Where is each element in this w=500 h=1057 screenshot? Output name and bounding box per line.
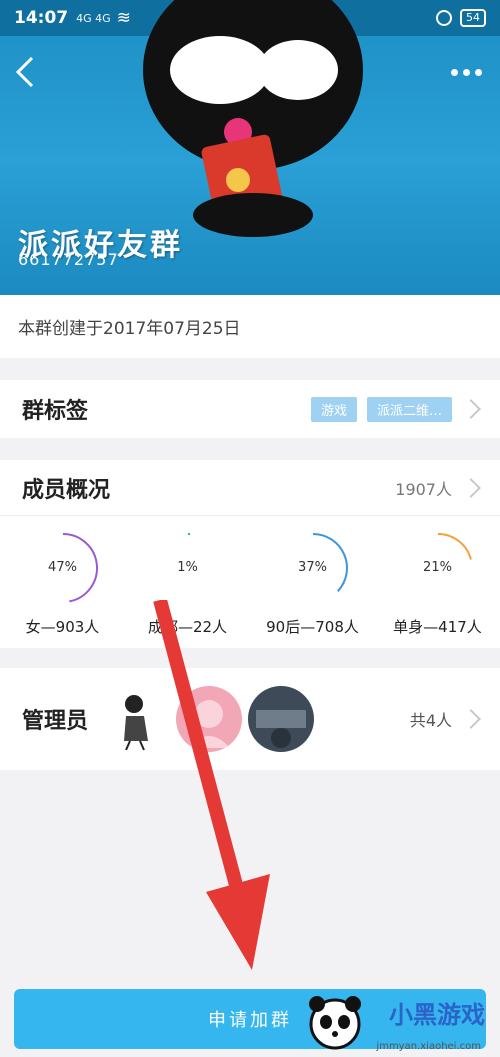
group-tags-row[interactable]: 群标签 游戏 派派二维…	[0, 380, 500, 438]
stat-percent: 47%	[48, 560, 77, 575]
stat-item: 47% 女—903人	[0, 516, 125, 648]
stat-percent: 21%	[423, 560, 452, 575]
admins-label: 管理员	[22, 709, 89, 734]
group-cover-image	[143, 0, 363, 237]
back-icon[interactable]	[8, 52, 48, 92]
stat-arc	[437, 533, 472, 560]
red-arrow-annotation	[153, 600, 270, 970]
chevron-right-icon	[461, 399, 481, 419]
panda-logo-icon	[309, 996, 361, 1050]
group-id: 661772757	[18, 250, 119, 269]
creation-info: 本群创建于2017年07月25日	[0, 295, 500, 358]
tag-chip: 游戏	[310, 396, 357, 422]
signal-indicator: 4G 4G	[76, 11, 111, 25]
members-label: 成员概况	[22, 477, 111, 503]
tags-label: 群标签	[22, 399, 89, 424]
chevron-right-icon	[461, 709, 481, 729]
stat-percent: 37%	[298, 560, 327, 575]
stat-label: 单身—417人	[393, 618, 482, 636]
group-header: 14:07 4G 4G ≋ 54 派派好友群 661772757	[0, 0, 500, 295]
more-options-icon[interactable]	[446, 60, 486, 84]
stat-item: 21% 单身—417人	[375, 516, 500, 648]
logo-url: jmmyan.xiaohei.com	[376, 1041, 481, 1052]
stat-label: 女—903人	[25, 618, 100, 636]
chevron-right-icon	[461, 477, 481, 498]
member-count: 1907人	[395, 479, 452, 499]
admin-count: 共4人	[409, 711, 452, 730]
tag-chip: 派派二维…	[366, 396, 452, 422]
lock-icon	[436, 10, 452, 26]
status-time: 14:07	[14, 8, 69, 28]
site-logo: 小黑游戏 jmmyan.xiaohei.com	[305, 990, 495, 1056]
battery-icon: 54	[460, 9, 486, 27]
members-overview-row[interactable]: 成员概况 1907人	[0, 460, 500, 516]
creation-date-text: 本群创建于2017年07月25日	[18, 319, 241, 339]
stat-percent: 1%	[177, 560, 198, 575]
wifi-icon: ≋	[116, 8, 131, 28]
logo-text: 小黑游戏	[389, 1001, 485, 1029]
